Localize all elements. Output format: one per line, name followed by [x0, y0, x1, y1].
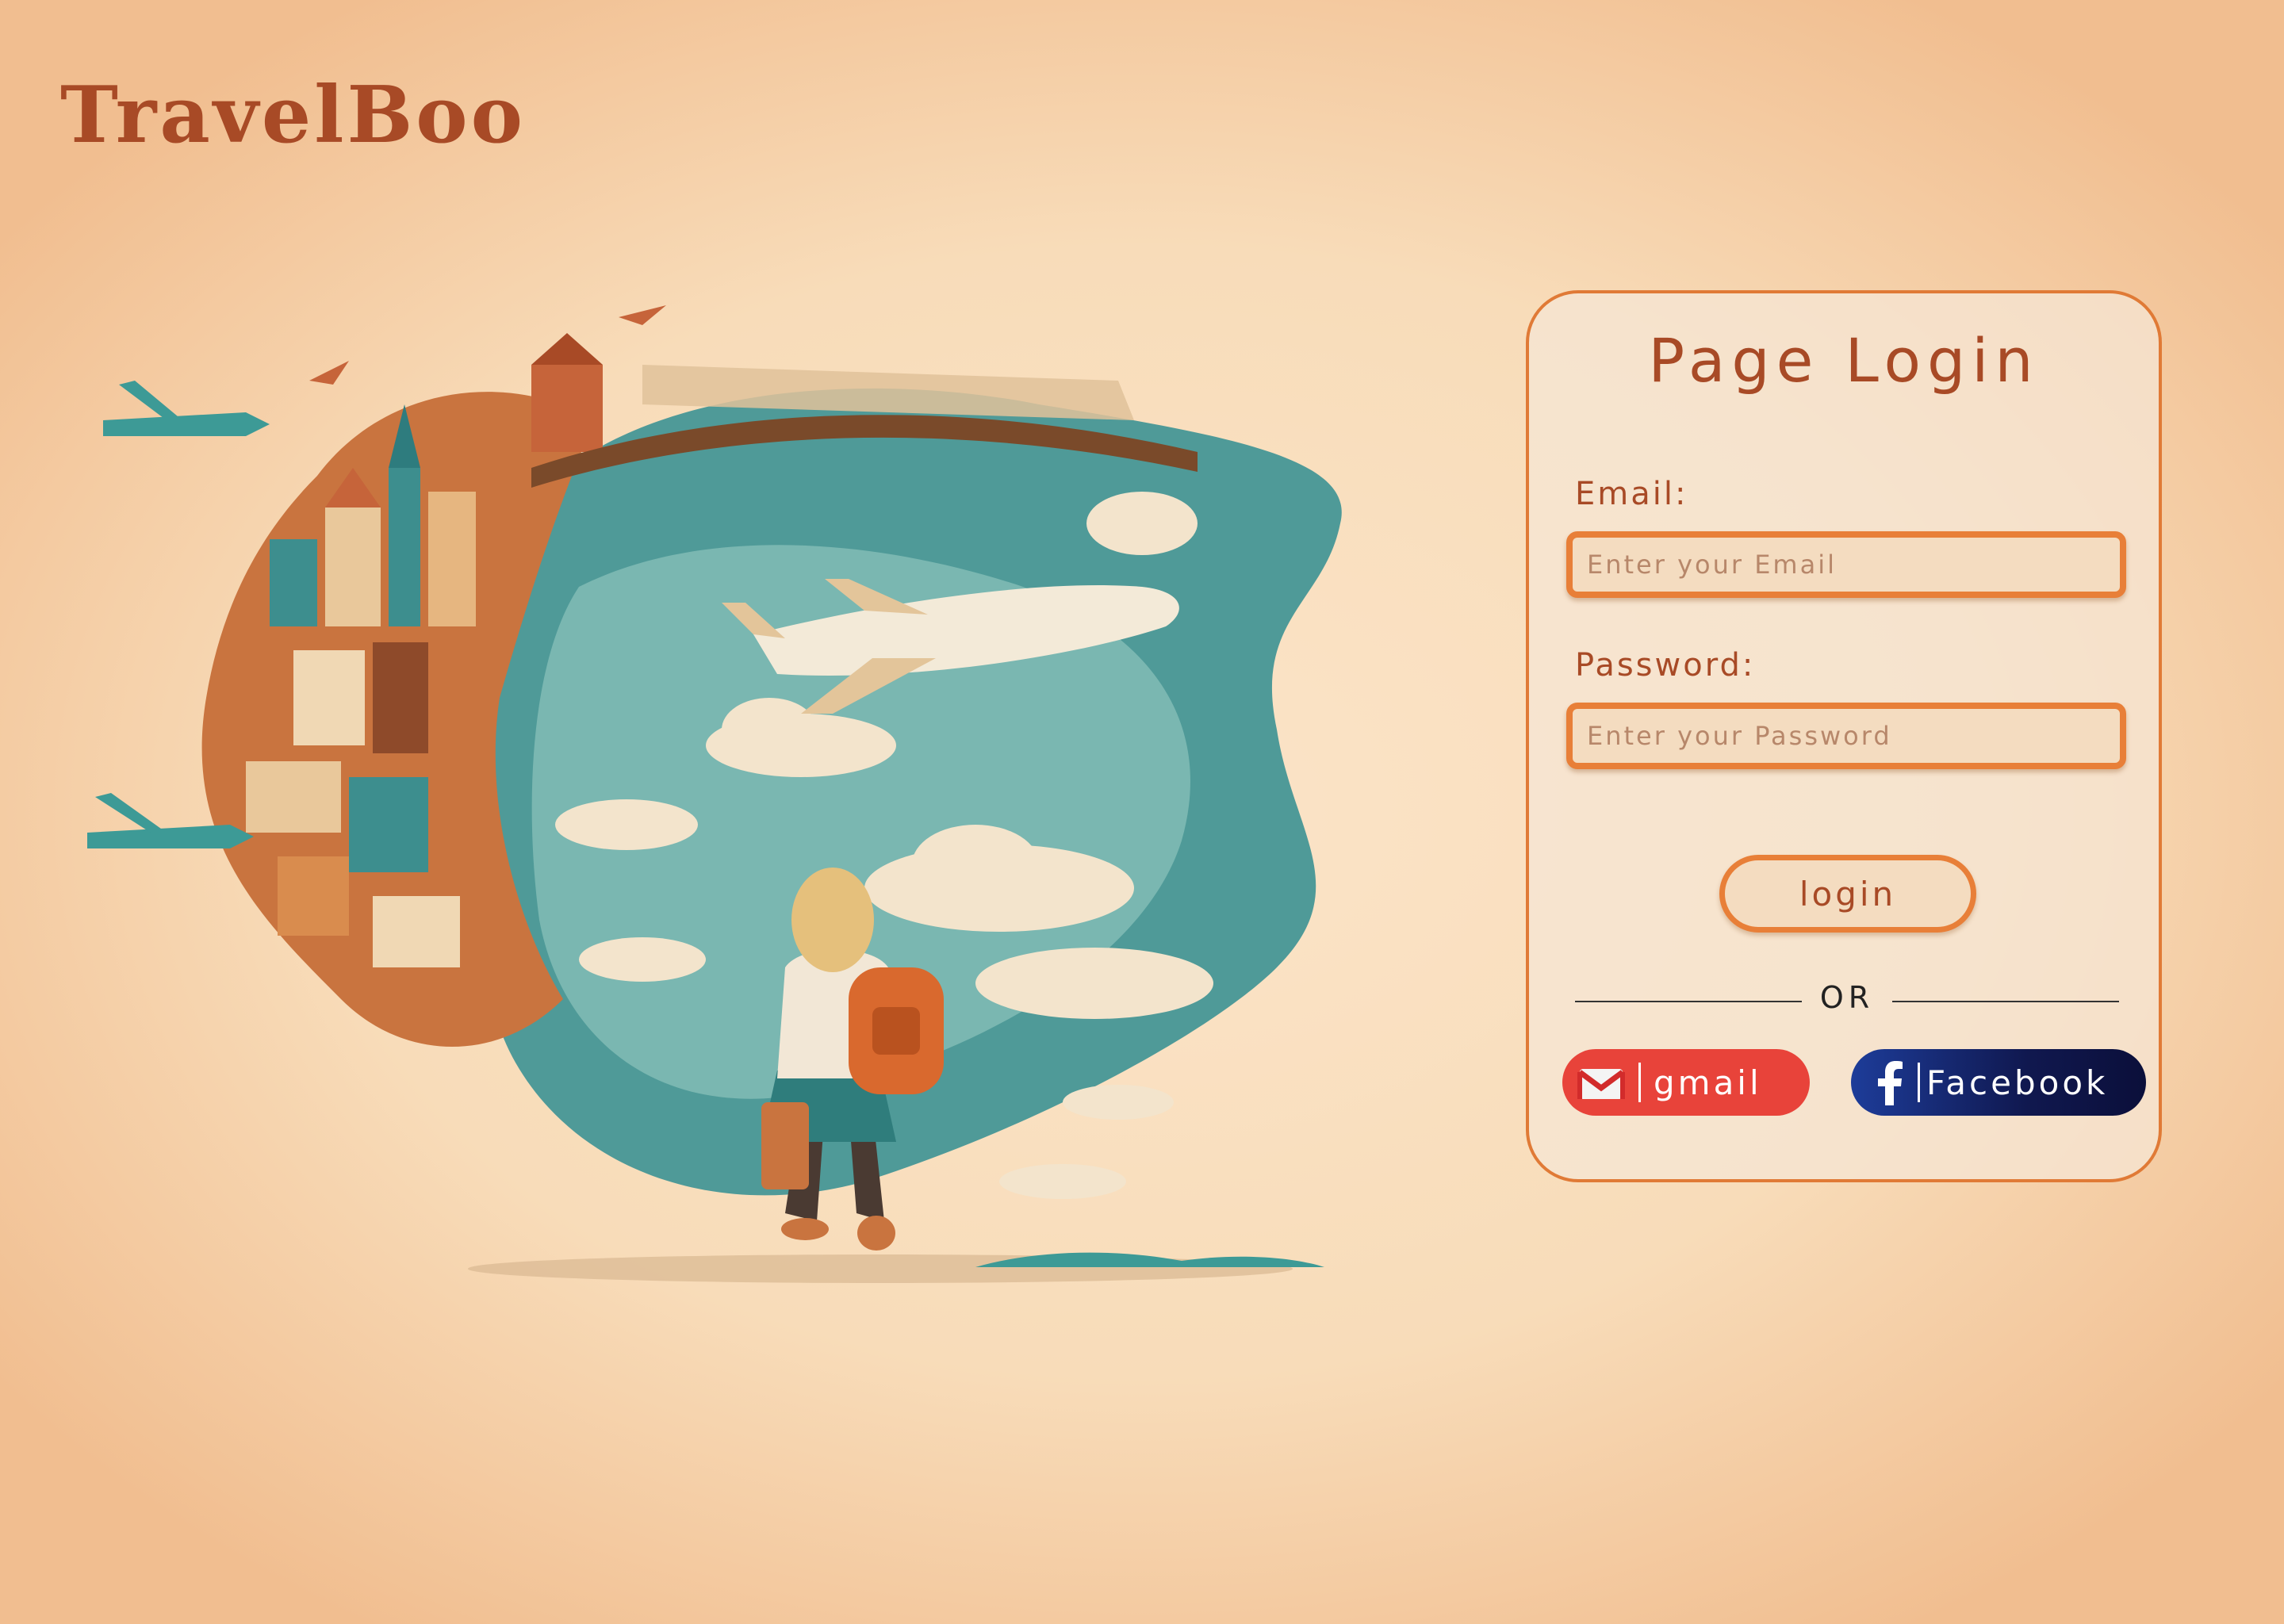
gmail-login-button[interactable]: gmail	[1562, 1049, 1810, 1116]
password-label: Password:	[1575, 647, 1756, 684]
facebook-icon	[1878, 1061, 1903, 1105]
email-input[interactable]	[1566, 531, 2126, 598]
facebook-separator	[1918, 1063, 1920, 1102]
or-text: OR	[1819, 980, 1875, 1015]
facebook-login-button[interactable]: Facebook	[1851, 1049, 2146, 1116]
facebook-label: Facebook	[1926, 1063, 2109, 1102]
gmail-label: gmail	[1654, 1063, 1762, 1102]
travel-illustration	[87, 285, 1435, 1348]
or-divider: OR	[1575, 980, 2119, 1020]
brand-logo: TravelBoo	[60, 70, 527, 161]
login-button[interactable]: login	[1719, 855, 1976, 933]
password-input[interactable]	[1566, 703, 2126, 769]
gmail-icon	[1577, 1069, 1625, 1099]
login-title: Page Login	[1648, 325, 2040, 396]
login-card: Page Login Email: Password: login OR gma…	[1526, 290, 2162, 1182]
divider-line-right	[1892, 1001, 2119, 1002]
gmail-separator	[1638, 1063, 1641, 1102]
email-label: Email:	[1575, 476, 1688, 512]
